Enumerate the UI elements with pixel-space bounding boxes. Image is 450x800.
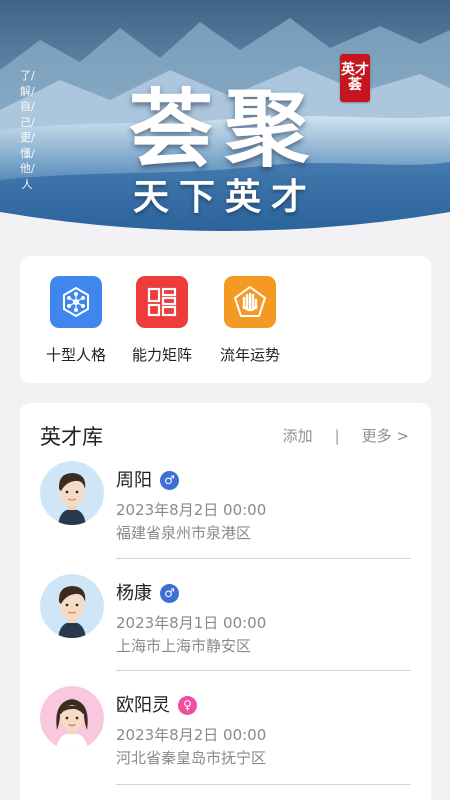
tool-label: 流年运势 [219, 346, 280, 364]
section-title: 英才库 [40, 425, 103, 449]
male-icon: ♂ [160, 470, 179, 490]
talent-list-item[interactable]: 欧阳灵 ♀ 2023年8月2日 00:00 河北省秦皇岛市抚宁区 [20, 686, 431, 796]
person-name: 杨康 ♂ [116, 579, 179, 605]
male-icon: ♂ [160, 583, 179, 603]
banner-title: 荟聚 [128, 79, 321, 178]
talent-list-item[interactable]: 周阳 ♂ 2023年8月2日 00:00 福建省泉州市泉港区 [20, 461, 431, 571]
seal-line1: 英才 [341, 62, 369, 78]
tool-yearly-fortune[interactable]: 流年运势 [205, 276, 295, 365]
divider [116, 670, 411, 671]
tool-label: 能力矩阵 [131, 346, 192, 364]
tools-card: 十型人格 能力矩阵 流年运势 [20, 256, 431, 383]
avatar-female [40, 686, 104, 750]
banner-vertical-slogan: 了/解/自/己/更/懂/他/人 [20, 69, 35, 191]
section-actions: 添加 | 更多 > [283, 425, 409, 446]
palm-icon [224, 276, 276, 328]
banner-subtitle: 天下英才 [132, 176, 317, 218]
divider [116, 784, 411, 785]
person-name-text: 杨康 [116, 583, 152, 604]
person-name: 欧阳灵 ♀ [116, 691, 197, 717]
separator: | [334, 426, 340, 445]
divider [116, 558, 411, 559]
avatar-male [40, 461, 104, 525]
tool-ten-personality[interactable]: 十型人格 [31, 276, 121, 365]
network-icon [50, 276, 102, 328]
talent-library-card: 英才库 添加 | 更多 > 周阳 ♂ 2023年8月2日 00:00 福建省泉州市… [20, 403, 431, 800]
seal-line2: 荟 [348, 77, 362, 93]
person-name-text: 周阳 [116, 470, 152, 491]
person-name: 周阳 ♂ [116, 466, 179, 492]
person-datetime: 2023年8月2日 00:00 [116, 726, 267, 744]
grid-icon [136, 276, 188, 328]
person-name-text: 欧阳灵 [116, 695, 170, 716]
person-address: 河北省秦皇岛市抚宁区 [116, 749, 267, 767]
person-datetime: 2023年8月1日 00:00 [116, 614, 267, 632]
seal-stamp: 英才 荟 [340, 54, 370, 102]
person-address: 福建省泉州市泉港区 [116, 524, 252, 542]
hero-banner: 荟聚 天下英才 了/解/自/己/更/懂/他/人 英才 荟 [0, 0, 450, 238]
tool-ability-matrix[interactable]: 能力矩阵 [117, 276, 207, 365]
more-button[interactable]: 更多 > [362, 425, 409, 446]
tool-label: 十型人格 [45, 346, 106, 364]
person-datetime: 2023年8月2日 00:00 [116, 501, 267, 519]
talent-list-item[interactable]: 杨康 ♂ 2023年8月1日 00:00 上海市上海市静安区 [20, 574, 431, 684]
add-button[interactable]: 添加 [283, 425, 313, 446]
avatar-male [40, 574, 104, 638]
female-icon: ♀ [178, 695, 197, 715]
person-address: 上海市上海市静安区 [116, 637, 252, 655]
